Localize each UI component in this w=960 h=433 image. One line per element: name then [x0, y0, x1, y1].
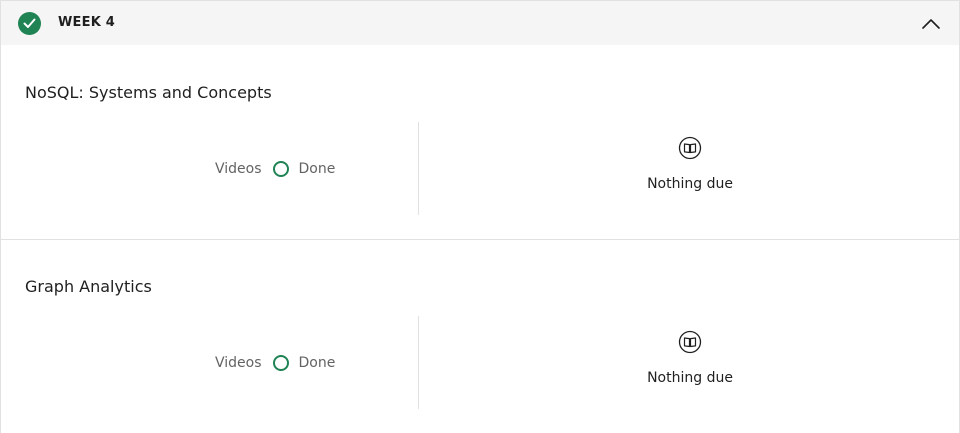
module-item: NoSQL: Systems and Concepts Videos Done …: [1, 46, 959, 240]
progress-label: Videos: [215, 161, 262, 177]
due-column: Nothing due: [601, 136, 779, 192]
due-text: Nothing due: [647, 370, 733, 386]
module-title[interactable]: Graph Analytics: [25, 277, 152, 296]
book-icon[interactable]: [678, 330, 702, 354]
divider: [418, 122, 419, 215]
due-column: Nothing due: [601, 330, 779, 386]
chevron-up-icon[interactable]: [919, 13, 943, 33]
progress-status: Done: [298, 355, 336, 371]
week-panel: WEEK 4 NoSQL: Systems and Concepts Video…: [0, 0, 960, 433]
divider: [418, 316, 419, 409]
module-title[interactable]: NoSQL: Systems and Concepts: [25, 83, 272, 102]
due-text: Nothing due: [647, 176, 733, 192]
module-item: Graph Analytics Videos Done Nothing due: [1, 240, 959, 433]
week-title: WEEK 4: [58, 15, 115, 30]
progress-circle-icon: [272, 355, 289, 371]
progress-row: Videos Done: [215, 158, 335, 180]
progress-circle-icon: [272, 161, 289, 177]
check-circle-icon: [18, 12, 41, 35]
progress-label: Videos: [215, 355, 262, 371]
book-icon[interactable]: [678, 136, 702, 160]
progress-row: Videos Done: [215, 352, 335, 374]
week-header[interactable]: WEEK 4: [1, 1, 959, 45]
progress-status: Done: [298, 161, 336, 177]
